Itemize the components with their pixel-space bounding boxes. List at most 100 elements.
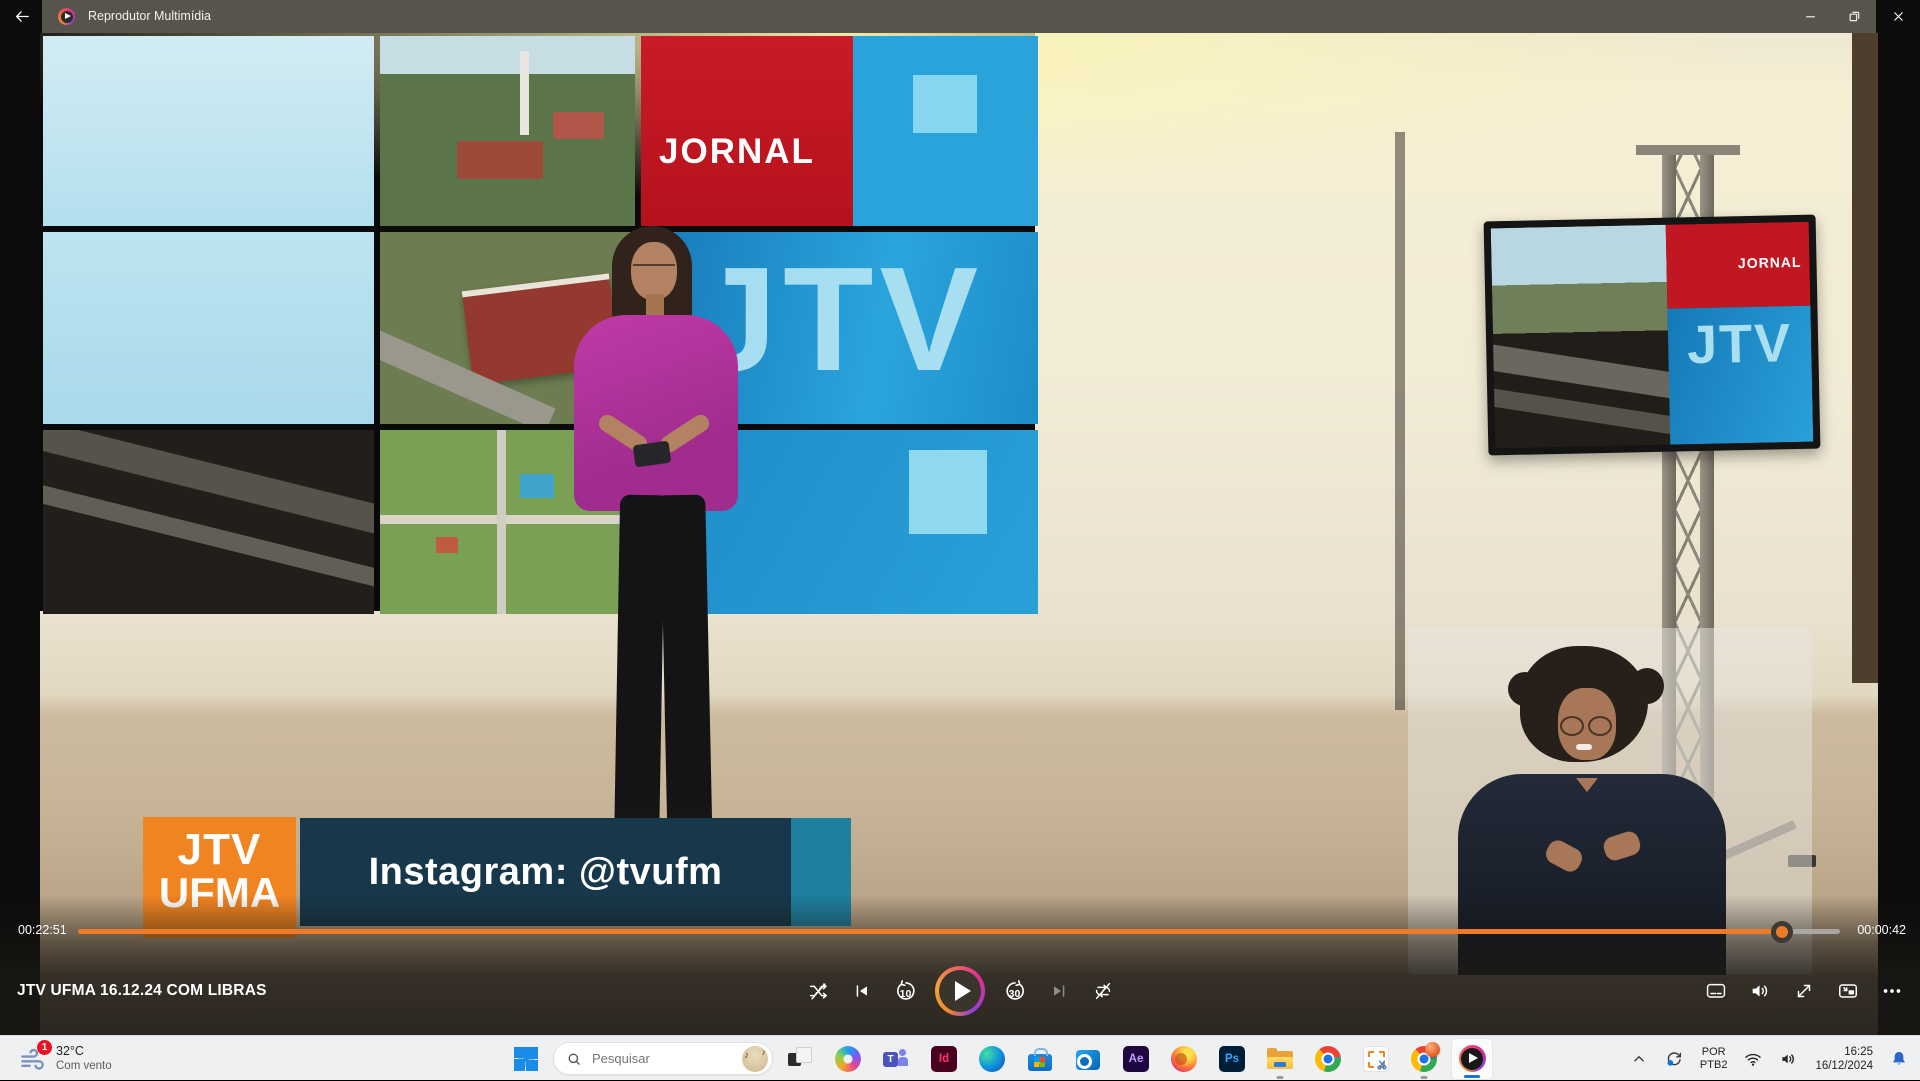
taskbar-search[interactable] [553,1042,773,1075]
decorative-shape [43,232,374,424]
sync-status-button[interactable] [1657,1039,1691,1079]
task-view-button[interactable] [779,1038,821,1080]
decorative-shape [553,112,604,139]
decorative-shape: JORNAL [641,36,1038,226]
decorative-shape [1588,716,1612,736]
skip-back-10-button[interactable]: 10 [885,971,926,1012]
media-player-icon [1459,1045,1486,1072]
previous-track-button[interactable] [841,971,882,1012]
decorative-shape [1267,1048,1277,1053]
minimize-button[interactable] [1788,0,1832,33]
notification-bell-icon [1889,1049,1909,1069]
edge-button[interactable] [971,1038,1013,1080]
media-player-taskbar-button[interactable] [1451,1038,1493,1080]
decorative-shape [796,1047,812,1063]
seek-knob[interactable] [1771,921,1793,943]
keyboard-layout: PTB2 [1700,1059,1728,1072]
wifi-button[interactable] [1736,1039,1770,1079]
decorative-shape [1576,744,1592,750]
wifi-icon [1743,1049,1763,1069]
taskbar: 1 32°C Com vento T Id Ae Ps [0,1035,1920,1080]
more-options-button[interactable] [1871,971,1912,1012]
edge-icon [979,1046,1005,1072]
next-track-button[interactable] [1038,971,1079,1012]
search-input[interactable] [590,1050,734,1067]
decorative-shape: JORNAL JTV [1666,222,1814,445]
studio-side-monitor: JORNAL JTV [1484,215,1821,456]
tray-overflow-button[interactable] [1623,1039,1655,1079]
outlook-icon [1076,1050,1100,1070]
search-highlight-avatar [742,1046,768,1072]
studio-video-wall: JORNAL JTV [40,33,1035,611]
store-button[interactable] [1019,1038,1061,1080]
file-explorer-icon [1267,1049,1293,1071]
notifications-button[interactable] [1882,1039,1916,1079]
outlook-button[interactable] [1067,1038,1109,1080]
window-title: Reprodutor Multimídia [88,0,211,33]
shuffle-off-icon [807,980,829,1002]
repeat-off-icon [1092,980,1114,1002]
language-indicator[interactable]: POR PTB2 [1693,1039,1735,1079]
decorative-shape [1034,1057,1045,1067]
next-icon [1049,981,1069,1001]
decorative-shape [633,264,675,276]
after-effects-icon: Ae [1123,1046,1149,1072]
tray-volume-icon [1779,1049,1799,1069]
repeat-off-button[interactable] [1082,971,1123,1012]
indesign-icon: Id [931,1046,957,1072]
play-button[interactable] [935,966,985,1016]
decorative-shape [913,75,977,133]
firefox-button[interactable] [1163,1038,1205,1080]
shuffle-off-button[interactable] [797,971,838,1012]
task-view-icon [788,1047,812,1071]
mini-player-button[interactable] [1827,971,1868,1012]
language-code: POR [1700,1046,1728,1059]
skip-forward-30-button[interactable]: 30 [994,971,1035,1012]
windows-logo-icon [514,1047,538,1071]
playback-controls: JTV UFMA 16.12.24 COM LIBRAS 10 30 [0,958,1920,1024]
clock-widget[interactable]: 16:25 16/12/2024 [1808,1039,1880,1079]
photoshop-button[interactable]: Ps [1211,1038,1253,1080]
restore-button[interactable] [1832,0,1876,33]
snipping-tool-button[interactable] [1355,1038,1397,1080]
decorative-shape [380,36,635,226]
fullscreen-icon [1793,980,1815,1002]
after-effects-button[interactable]: Ae [1115,1038,1157,1080]
volume-button[interactable] [1739,971,1780,1012]
snipping-tool-icon [1363,1046,1389,1072]
tray-time: 16:25 [1815,1045,1873,1059]
file-explorer-button[interactable] [1259,1038,1301,1080]
back-button[interactable] [0,0,44,33]
volume-icon [1749,980,1771,1002]
back-arrow-icon [14,8,31,25]
fullscreen-button[interactable] [1783,971,1824,1012]
weather-widget[interactable]: 1 32°C Com vento [10,1036,120,1081]
more-options-icon [1881,980,1903,1002]
decorative-shape [380,515,635,524]
decorative-shape [43,36,374,226]
chrome-secondary-button[interactable] [1403,1038,1445,1080]
indesign-button[interactable]: Id [923,1038,965,1080]
firefox-icon [1171,1046,1197,1072]
copilot-button[interactable] [827,1038,869,1080]
decorative-shape [898,1057,908,1066]
remaining-time: 00:00:42 [1857,923,1906,937]
chrome-badged-icon [1411,1046,1437,1072]
weather-condition: Com vento [56,1059,112,1073]
decorative-shape [909,450,987,534]
captions-button[interactable] [1695,971,1736,1012]
video-surface[interactable]: JORNAL JTV [40,33,1878,1035]
teams-button[interactable]: T [875,1038,917,1080]
tray-volume-button[interactable] [1772,1039,1806,1079]
decorative-shape [497,430,506,614]
chrome-button[interactable] [1307,1038,1349,1080]
chevron-up-icon [1630,1050,1648,1068]
decorative-shape [641,36,853,226]
seek-bar[interactable] [78,929,1840,934]
close-button[interactable] [1876,0,1920,33]
start-button[interactable] [505,1038,547,1080]
logo-line-1: JTV [143,829,296,871]
skip-forward-label: 30 [994,988,1035,1000]
minimize-icon [1803,9,1818,24]
decorative-shape [1274,1062,1286,1067]
